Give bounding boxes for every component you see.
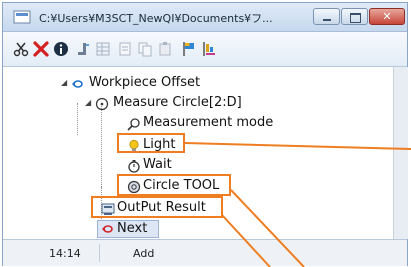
- callout-leader-lines: [184, 142, 411, 267]
